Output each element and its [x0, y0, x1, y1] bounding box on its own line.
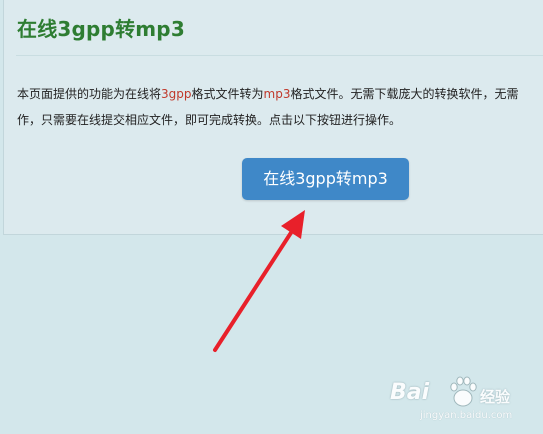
watermark-brand-right: 经验 [480, 388, 511, 406]
description-line-1: 本页面提供的功能为在线将3gpp格式文件转为mp3格式文件。无需下载庞大的转换软… [17, 81, 543, 107]
baidu-jingyan-watermark: Bai 经验 jingyan.baidu.com [390, 374, 540, 430]
format-to-highlight: mp3 [263, 87, 291, 101]
title-divider [16, 55, 543, 56]
convert-button[interactable]: 在线3gpp转mp3 [242, 158, 409, 200]
watermark-brand-left: Bai [390, 380, 430, 405]
description-part-2: 格式文件转为 [191, 87, 264, 101]
format-from-highlight: 3gpp [161, 87, 192, 101]
baidu-paw-icon [450, 376, 477, 407]
description-part-3: 格式文件。无需下载庞大的转换软件，无需 [290, 87, 519, 101]
description-text: 本页面提供的功能为在线将3gpp格式文件转为mp3格式文件。无需下载庞大的转换软… [17, 81, 543, 133]
page-title: 在线3gpp转mp3 [17, 17, 185, 41]
watermark-url: jingyan.baidu.com [420, 410, 513, 421]
description-part-1: 本页面提供的功能为在线将 [17, 87, 162, 101]
description-line-2: 作，只需要在线提交相应文件，即可完成转换。点击以下按钮进行操作。 [17, 113, 402, 127]
